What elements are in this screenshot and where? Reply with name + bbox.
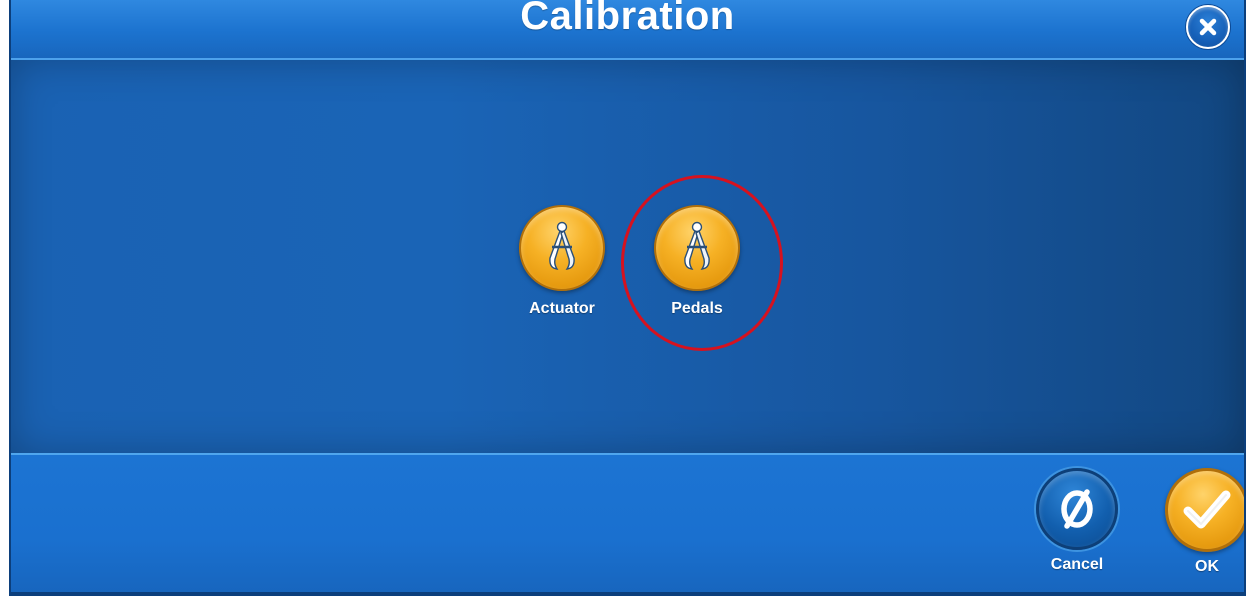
checkmark-icon bbox=[1183, 490, 1231, 529]
close-button[interactable] bbox=[1186, 5, 1230, 49]
title-bar: Calibration bbox=[11, 0, 1244, 60]
close-icon bbox=[1199, 18, 1217, 36]
calibration-window: Calibration Actuator Pedals Cancel OK bbox=[9, 0, 1246, 596]
pedals-tool[interactable]: Pedals bbox=[642, 205, 752, 318]
actuator-button[interactable] bbox=[519, 205, 605, 291]
cancel-label: Cancel bbox=[1050, 556, 1104, 573]
ok-label: OK bbox=[1195, 558, 1219, 575]
dialog-footer: Cancel OK bbox=[11, 453, 1244, 596]
calibration-content: Actuator Pedals bbox=[11, 60, 1244, 453]
cancel-button[interactable] bbox=[1036, 468, 1118, 550]
window-title: Calibration bbox=[520, 0, 735, 38]
actuator-tool[interactable]: Actuator bbox=[507, 205, 617, 318]
ok-action[interactable]: OK bbox=[1162, 468, 1244, 576]
caliper-icon bbox=[549, 221, 575, 270]
cancel-icon bbox=[1061, 489, 1093, 529]
pedals-label: Pedals bbox=[671, 300, 723, 317]
cancel-action[interactable]: Cancel bbox=[1032, 468, 1122, 574]
ok-button[interactable] bbox=[1165, 468, 1244, 552]
footer-bottom-edge bbox=[11, 592, 1244, 596]
caliper-icon bbox=[684, 221, 710, 270]
actuator-label: Actuator bbox=[529, 300, 595, 317]
pedals-button[interactable] bbox=[654, 205, 740, 291]
